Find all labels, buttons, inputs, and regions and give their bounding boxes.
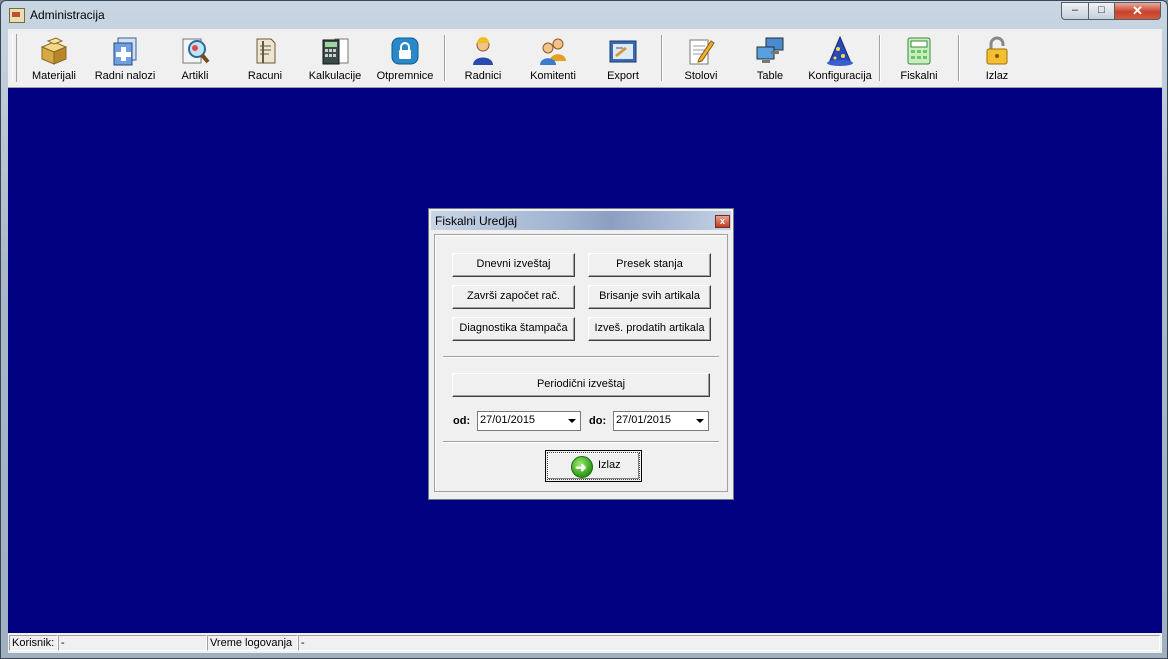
divider [443, 441, 719, 443]
lock-badge-icon [391, 37, 419, 65]
toolbar-label: Radnici [464, 70, 502, 82]
toolbar-izlaz-button[interactable]: Izlaz [962, 33, 1032, 85]
toolbar-label: Materijali [31, 70, 76, 82]
wizard-hat-icon [827, 35, 853, 66]
toolbar-label: Fiskalni [900, 70, 938, 82]
presek-stanja-button[interactable]: Presek stanja [588, 253, 711, 277]
toolbar-konfiguracija-button[interactable]: Konfiguracija [805, 33, 875, 85]
toolbar-otpremnice-button[interactable]: Otpremnice [370, 33, 440, 85]
work-order-icon [113, 37, 137, 66]
status-korisnik-label: Korisnik: [9, 635, 58, 651]
dialog-close-button[interactable]: x [715, 215, 730, 228]
date-to-value: 27/01/2015 [616, 414, 672, 426]
dnevni-izvestaj-button[interactable]: Dnevni izveštaj [452, 253, 575, 277]
toolbar-label: Artikli [181, 70, 209, 82]
toolbar-label: Radni nalozi [94, 70, 156, 82]
computers-icon [756, 37, 784, 63]
od-label: od: [453, 415, 471, 427]
status-vreme-value: - [298, 635, 1160, 651]
toolbar-label: Konfiguracija [808, 70, 872, 82]
toolbar-grip[interactable] [12, 34, 17, 82]
do-label: do: [589, 415, 607, 427]
padlock-open-icon [986, 36, 1008, 65]
pencil-paper-icon [689, 39, 715, 65]
toolbar-komitenti-button[interactable]: Komitenti [518, 33, 588, 85]
boxes-icon [40, 37, 68, 65]
toolbar-export-button[interactable]: Export [588, 33, 658, 85]
close-button[interactable]: ✕ [1114, 2, 1161, 20]
chevron-down-icon[interactable] [568, 419, 576, 423]
toolbar-label: Table [756, 70, 784, 82]
toolbar-label: Komitenti [530, 70, 576, 82]
diagnostika-stampaca-button[interactable]: Diagnostika štampača [452, 317, 575, 341]
divider [443, 356, 719, 358]
arrow-right-icon [571, 456, 593, 478]
date-from-value: 27/01/2015 [480, 414, 536, 426]
toolbar-fiskalni-button[interactable]: Fiskalni [884, 33, 954, 85]
toolbar-separator [444, 35, 446, 81]
focus-rect [547, 452, 640, 480]
toolbar-racuni-button[interactable]: Racuni [230, 33, 300, 85]
title-bar[interactable]: Administracija – □ ✕ [1, 1, 1167, 29]
toolbar-label: Otpremnice [376, 70, 434, 82]
date-to-picker[interactable]: 27/01/2015 [613, 411, 709, 431]
app-window: Administracija – □ ✕ Materijali Radni na… [0, 0, 1168, 659]
toolbar-artikli-button[interactable]: Artikli [160, 33, 230, 85]
toolbar-stolovi-button[interactable]: Stolovi [666, 33, 736, 85]
toolbar-label: Izlaz [985, 70, 1009, 82]
calculator-icon [322, 38, 349, 65]
status-bar: Korisnik: - Vreme logovanja - [8, 633, 1162, 653]
window-title: Administracija [30, 8, 105, 22]
people-icon [540, 38, 566, 65]
toolbar-label: Kalkulacije [308, 70, 362, 82]
toolbar-radni-nalozi-button[interactable]: Radni nalozi [90, 33, 160, 85]
toolbar: Materijali Radni nalozi Artikli Racuni K… [8, 29, 1162, 88]
brisanje-artikala-button[interactable]: Brisanje svih artikala [588, 285, 711, 309]
toolbar-separator [879, 35, 881, 81]
dialog-title: Fiskalni Uredjaj [435, 214, 518, 228]
magnifier-icon [182, 38, 210, 64]
toolbar-label: Racuni [247, 70, 283, 82]
receipt-icon [256, 38, 276, 64]
cash-register-icon [907, 37, 931, 65]
toolbar-kalkulacije-button[interactable]: Kalkulacije [300, 33, 370, 85]
toolbar-table-button[interactable]: Table [735, 33, 805, 85]
chevron-down-icon[interactable] [696, 419, 704, 423]
status-vreme-label: Vreme logovanja [207, 635, 298, 651]
izlaz-button[interactable]: Izlaz [545, 450, 642, 482]
minimize-button[interactable]: – [1061, 2, 1089, 20]
export-icon [609, 40, 637, 63]
toolbar-separator [958, 35, 960, 81]
dialog-title-bar[interactable]: Fiskalni Uredjaj x [431, 211, 731, 230]
worker-icon [473, 37, 493, 65]
app-icon [9, 8, 25, 23]
zavrsi-racun-button[interactable]: Završi započet rač. [452, 285, 575, 309]
maximize-button[interactable]: □ [1088, 2, 1115, 20]
toolbar-label: Export [607, 70, 639, 82]
toolbar-radnici-button[interactable]: Radnici [448, 33, 518, 85]
toolbar-label: Stolovi [684, 70, 718, 82]
toolbar-separator [661, 35, 663, 81]
izlaz-label: Izlaz [598, 459, 621, 471]
date-from-picker[interactable]: 27/01/2015 [477, 411, 581, 431]
izvestaj-prodatih-button[interactable]: Izveš. prodatih artikala [588, 317, 711, 341]
status-korisnik-value: - [58, 635, 207, 651]
toolbar-materijali-button[interactable]: Materijali [19, 33, 89, 85]
dialog-panel: Dnevni izveštaj Presek stanja Završi zap… [434, 234, 728, 492]
periodicni-izvestaj-button[interactable]: Periodični izveštaj [452, 373, 710, 397]
fiskalni-dialog: Fiskalni Uredjaj x Dnevni izveštaj Prese… [428, 208, 734, 500]
